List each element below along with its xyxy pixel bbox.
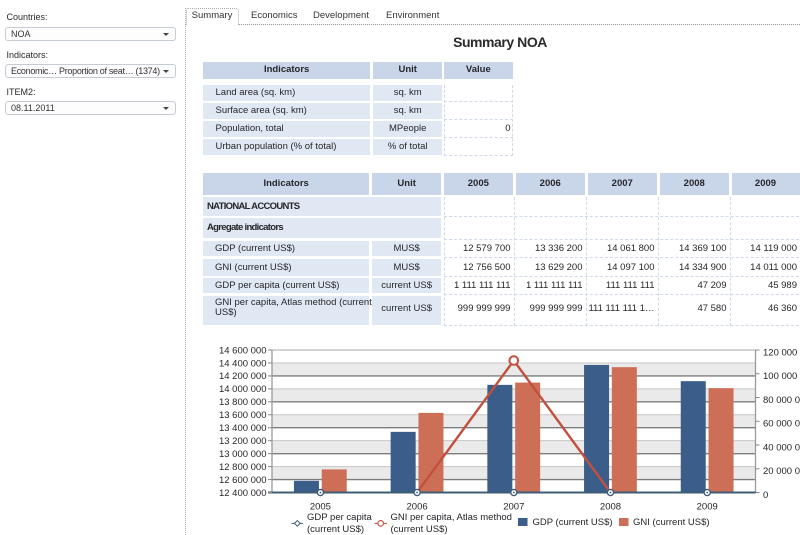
svg-text:12 800 000: 12 800 000 bbox=[219, 462, 267, 473]
svg-text:14 400 000: 14 400 000 bbox=[219, 358, 267, 369]
svg-text:120 000 000: 120 000 000 bbox=[763, 347, 800, 358]
svg-text:2009: 2009 bbox=[697, 502, 718, 513]
svg-text:13 000 000: 13 000 000 bbox=[219, 449, 267, 460]
svg-text:80 000 000: 80 000 000 bbox=[763, 395, 800, 406]
svg-text:13 800 000: 13 800 000 bbox=[219, 397, 267, 408]
svg-text:20 000 000: 20 000 000 bbox=[763, 466, 800, 477]
svg-text:GNI per capita, Atlas method: GNI per capita, Atlas method bbox=[391, 512, 512, 523]
svg-text:14 000 000: 14 000 000 bbox=[219, 384, 267, 395]
svg-text:GDP per capita: GDP per capita bbox=[307, 512, 372, 523]
svg-text:2008: 2008 bbox=[600, 502, 621, 513]
svg-text:(current US$): (current US$) bbox=[391, 524, 448, 535]
svg-text:GNI (current US$): GNI (current US$) bbox=[633, 517, 710, 528]
svg-text:12 400 000: 12 400 000 bbox=[219, 488, 267, 499]
svg-text:12 600 000: 12 600 000 bbox=[219, 475, 267, 486]
svg-text:14 200 000: 14 200 000 bbox=[219, 371, 267, 382]
svg-text:14 600 000: 14 600 000 bbox=[219, 345, 267, 356]
svg-text:13 600 000: 13 600 000 bbox=[219, 410, 267, 421]
svg-text:GDP (current US$): GDP (current US$) bbox=[533, 517, 613, 528]
svg-text:0: 0 bbox=[763, 490, 768, 501]
svg-text:13 200 000: 13 200 000 bbox=[219, 436, 267, 447]
svg-text:40 000 000: 40 000 000 bbox=[763, 442, 800, 453]
svg-text:(current US$): (current US$) bbox=[307, 524, 364, 535]
svg-text:60 000 000: 60 000 000 bbox=[763, 419, 800, 430]
svg-text:100 000 000: 100 000 000 bbox=[763, 371, 800, 382]
svg-text:13 400 000: 13 400 000 bbox=[219, 423, 267, 434]
